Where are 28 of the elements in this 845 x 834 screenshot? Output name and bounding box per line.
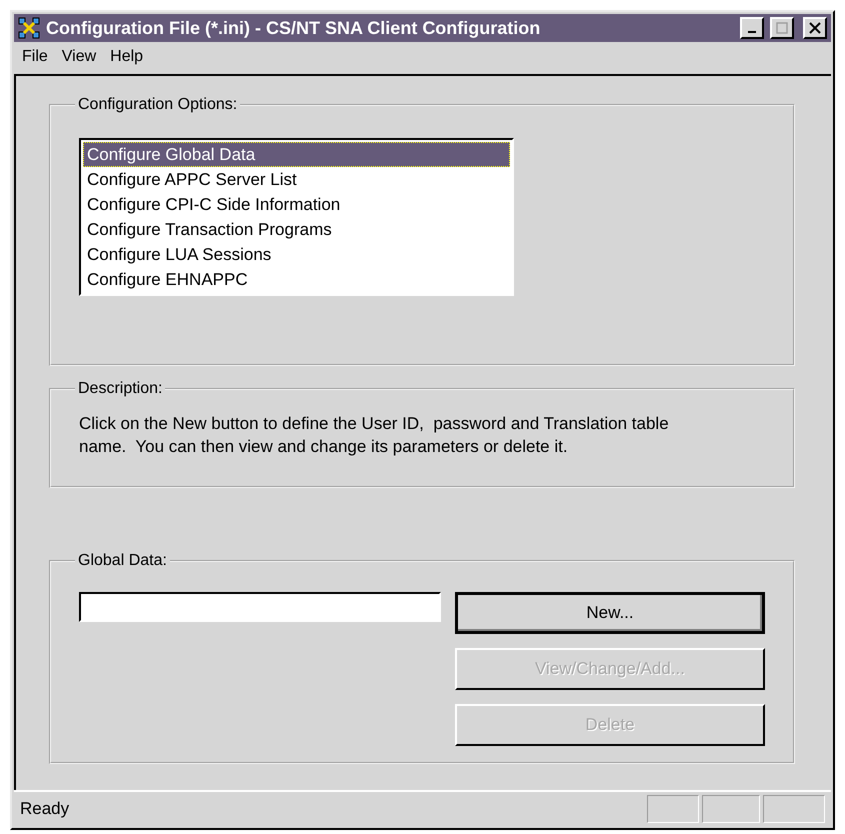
window-title: Configuration File (*.ini) - CS/NT SNA Client Configuration — [46, 18, 542, 38]
input-field[interactable] — [79, 592, 441, 622]
options-list[interactable]: Configure Global Data Configure APPC Server List Configure CPI-C Side Information Configure Transaction Programs Configure LUA Sessions Configure EHNAPPC — [79, 138, 514, 296]
status-text: Ready — [20, 799, 70, 819]
close-button[interactable] — [803, 17, 827, 39]
minimize-icon — [748, 31, 756, 33]
menu-item[interactable]: View — [62, 48, 96, 66]
maximize-button[interactable] — [770, 17, 794, 39]
menu-item[interactable]: Help — [110, 48, 144, 66]
group-label: Configuration Options: — [77, 96, 238, 114]
list-item[interactable]: Configure CPI-C Side Information — [83, 192, 510, 217]
list-item[interactable]: Configure Global Data — [83, 142, 510, 167]
description-text: Click on the New button to define the User ID, password and Translation table name. You can then view and change its parameters or delete it. — [79, 413, 670, 458]
close-icon — [809, 22, 821, 34]
list-item[interactable]: Configure Transaction Programs — [83, 217, 510, 242]
network-icon — [18, 17, 40, 39]
list-item[interactable]: Configure EHNAPPC — [83, 267, 510, 292]
maximize-icon — [776, 22, 788, 34]
action-button[interactable]: New... — [455, 592, 765, 634]
group-label: Description: — [77, 380, 164, 398]
status-pane — [763, 795, 825, 823]
status-pane — [647, 795, 699, 823]
status-pane — [702, 795, 760, 823]
group-label: Global Data: — [77, 552, 168, 570]
menu-item[interactable]: File — [22, 48, 48, 66]
list-item[interactable]: Configure APPC Server List — [83, 167, 510, 192]
list-item[interactable]: Configure LUA Sessions — [83, 242, 510, 267]
minimize-button[interactable] — [740, 17, 764, 39]
